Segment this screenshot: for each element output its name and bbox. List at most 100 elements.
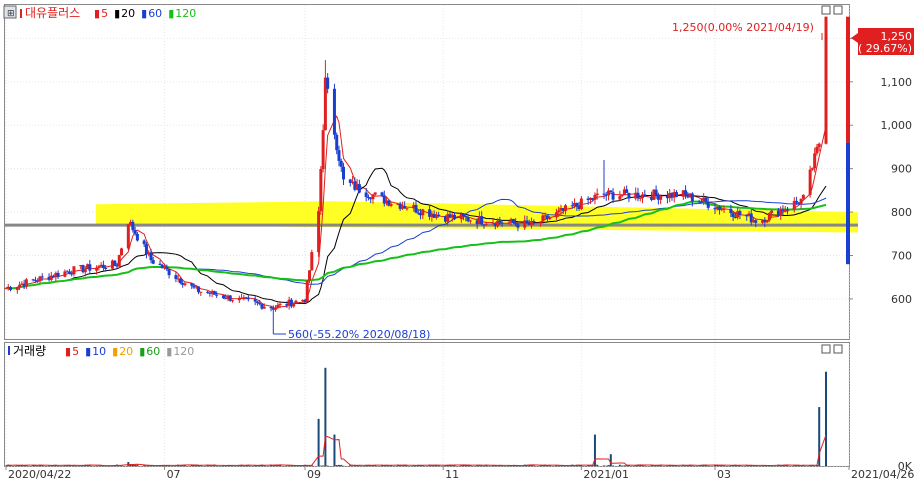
x-tick-label: 09 [307,468,321,481]
maximize-button[interactable] [834,6,842,14]
candle-body [707,202,710,208]
candle-body [811,168,814,170]
candle-body [206,292,209,293]
candle-body [700,202,703,203]
candle-body [390,204,393,206]
candle-body [684,190,687,194]
candle-body [84,269,87,272]
y-tick-label: 800 [891,206,912,219]
stock-name: 대유플러스 [25,6,80,20]
candle-body [340,161,343,167]
candle-body [627,193,630,199]
x-tick-label: 07 [167,468,181,481]
candle-body [342,167,345,180]
candle-body [165,267,168,269]
candle-body [512,219,515,223]
candle-body [636,193,639,199]
candle-body [381,192,384,195]
candle-body [174,275,177,279]
candle-body [655,190,658,195]
candle-body [5,288,8,289]
candle-body [770,211,773,213]
candle-body [498,221,501,223]
legend-marker: ▮ [65,345,71,358]
candle-body [469,221,472,222]
candle-body [564,205,567,211]
candle-body [738,211,741,215]
candle-body [516,224,519,227]
candle-body [326,78,329,89]
volume-bar [134,465,136,466]
candle-body [274,308,277,310]
candle-body [9,287,12,290]
candle-body [270,307,273,308]
candle-body [371,195,374,200]
candle-body [580,198,583,209]
candle-body [453,215,456,219]
stock-chart: 6007008009001,0001,1001,2000K50,000K100,… [0,0,914,481]
candle-body [809,170,812,195]
x-tick-label: 03 [717,468,731,481]
price-badge: 1,250 ( 29.67%) [851,28,914,55]
candle-body [643,194,646,196]
volume-bar [338,465,340,466]
volume-bar [610,454,612,466]
candle-body [575,203,578,206]
legend-label-5: 5 [72,345,79,358]
candle-body [310,252,313,270]
candle-body [317,211,320,252]
price-badge-arrow [851,33,858,43]
candle-body [113,261,116,265]
legend-marker: ▮ [168,7,174,20]
candle-body [120,248,123,255]
candle-body [603,194,606,195]
candle-body [525,220,528,223]
candle-body [609,191,612,193]
minimize-button[interactable] [822,6,830,14]
volume-bar [336,465,338,466]
candle-body [104,268,107,269]
candle-body [131,222,134,230]
candle-body [691,193,694,201]
x-tick-label: 2021/04/26 [851,468,914,481]
x-tick-label: 2021/01 [583,468,629,481]
volume-bar [127,462,129,466]
volume-bar [340,465,342,466]
candle-body [168,269,171,275]
candle-body [729,209,732,213]
candle-body [256,302,259,303]
volume-maximize-button[interactable] [834,345,842,353]
y-tick-label: 1,100 [881,76,913,89]
volume-bar [136,465,138,466]
y-tick-label: 900 [891,163,912,176]
stock-color-mark [20,9,22,18]
candle-body [152,260,155,264]
volume-bar [825,372,827,466]
candle-body [254,299,257,301]
candle-body [768,213,771,220]
price-badge-change: ( 29.67%) [858,42,912,55]
candle-body [555,212,558,217]
candle-body [97,266,100,267]
candle-body [337,150,340,161]
candle-body [57,273,60,277]
candle-body [149,252,152,260]
candle-body [306,280,309,302]
candle-body [308,270,311,280]
candle-body [95,268,98,271]
candle-body [118,255,121,266]
candle-body [802,195,805,199]
legend-marker: ▮ [141,7,147,20]
volume-minimize-button[interactable] [822,345,830,353]
candle-body [127,224,130,248]
candle-body [213,291,216,295]
candle-body [704,198,707,202]
candle-body [621,195,624,196]
volume-bar [596,465,598,466]
candle-body [593,195,596,200]
candle-body [279,304,282,305]
candle-body [557,210,560,212]
legend-toggle-icon: ⊞ [7,9,15,19]
candle-body [258,303,261,304]
legend-label-20: 20 [121,7,135,20]
